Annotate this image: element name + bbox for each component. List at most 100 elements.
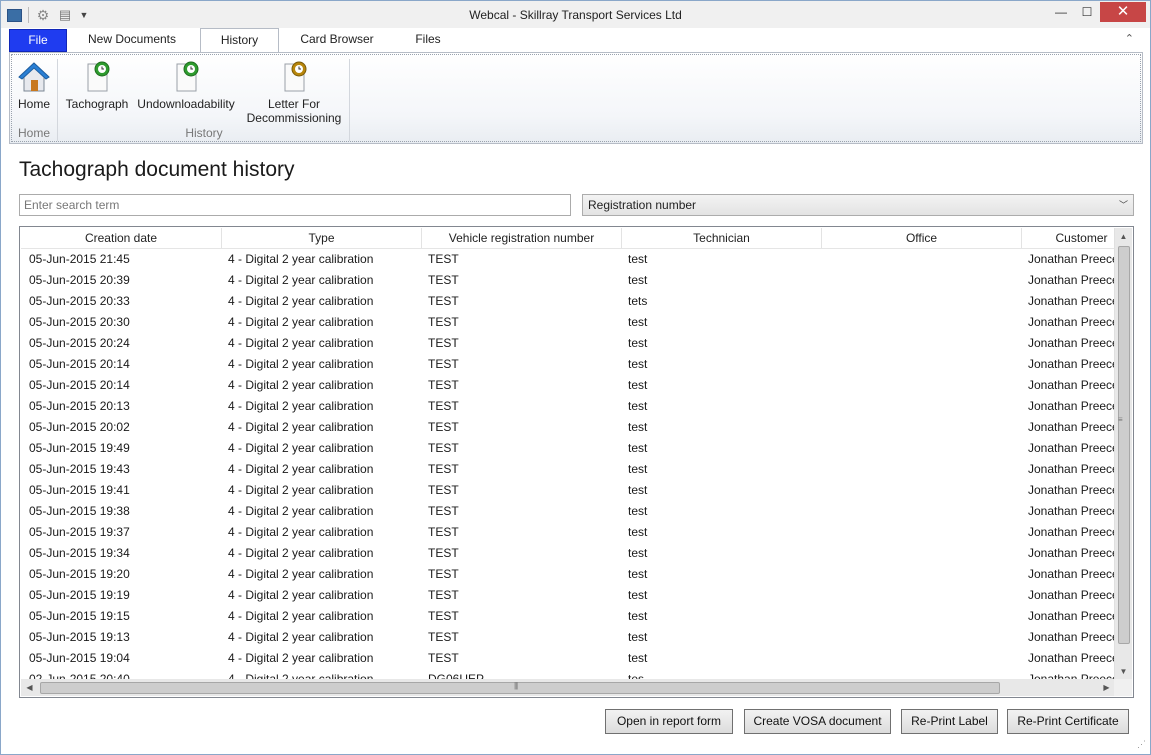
column-header-vehicle-registration[interactable]: Vehicle registration number	[422, 228, 622, 248]
column-header-customer[interactable]: Customer	[1022, 228, 1117, 248]
home-button[interactable]: Home	[14, 61, 54, 111]
table-row[interactable]: 05-Jun-2015 20:39 4 - Digital 2 year cali…	[21, 270, 1117, 291]
table-row[interactable]: 05-Jun-2015 20:33 4 - Digital 2 year cali…	[21, 291, 1117, 312]
cell-customer: Jonathan Preece	[1028, 294, 1117, 308]
vertical-scroll-thumb[interactable]	[1118, 246, 1130, 644]
group-label-history: History	[185, 126, 223, 140]
table-row[interactable]: 05-Jun-2015 20:30 4 - Digital 2 year cali…	[21, 312, 1117, 333]
create-vosa-document-button[interactable]: Create VOSA document	[744, 709, 891, 734]
cell-vehicle-registration: TEST	[428, 483, 459, 497]
maximize-button[interactable]: ☐	[1074, 2, 1100, 22]
letter-decommissioning-history-button[interactable]: Letter For Decommissioning	[243, 61, 345, 125]
cell-vehicle-registration: TEST	[428, 462, 459, 476]
horizontal-scroll-thumb[interactable]	[40, 682, 1000, 694]
scroll-up-icon[interactable]: ▲	[1115, 228, 1132, 245]
cell-technician: test	[628, 504, 648, 518]
cell-customer: Jonathan Preece	[1028, 378, 1117, 392]
cell-vehicle-registration: TEST	[428, 420, 459, 434]
table-row[interactable]: 05-Jun-2015 19:38 4 - Digital 2 year cali…	[21, 501, 1117, 522]
cell-customer: Jonathan Preece	[1028, 609, 1117, 623]
cell-customer: Jonathan Preece	[1028, 525, 1117, 539]
cell-technician: test	[628, 336, 648, 350]
table-row[interactable]: 05-Jun-2015 19:19 4 - Digital 2 year cali…	[21, 585, 1117, 606]
window-controls: — ☐ ✕	[1048, 2, 1146, 22]
tab-card-browser[interactable]: Card Browser	[286, 28, 388, 51]
minimize-button[interactable]: —	[1048, 2, 1074, 22]
cell-technician: test	[628, 441, 648, 455]
cell-creation-date: 05-Jun-2015 20:39	[29, 273, 130, 287]
scroll-left-icon[interactable]: ◀	[21, 679, 38, 696]
cell-customer: Jonathan Preece	[1028, 588, 1117, 602]
cell-creation-date: 05-Jun-2015 20:33	[29, 294, 130, 308]
cell-customer: Jonathan Preece	[1028, 399, 1117, 413]
cell-customer: Jonathan Preece	[1028, 462, 1117, 476]
cell-office	[822, 375, 1022, 396]
cell-office	[822, 438, 1022, 459]
search-input[interactable]	[19, 194, 571, 216]
decommissioning-label: Decommissioning	[246, 111, 342, 125]
cell-technician: test	[628, 483, 648, 497]
cell-office	[822, 291, 1022, 312]
vertical-scrollbar[interactable]: ▲ ≡ ▼	[1114, 228, 1132, 680]
cell-technician: test	[628, 378, 648, 392]
tab-history[interactable]: History	[200, 28, 279, 53]
column-header-creation-date[interactable]: Creation date	[21, 228, 222, 248]
cell-vehicle-registration: TEST	[428, 315, 459, 329]
close-button[interactable]: ✕	[1100, 2, 1146, 22]
cell-type: 4 - Digital 2 year calibration	[228, 462, 374, 476]
resize-grip-icon[interactable]: ⋰	[1137, 739, 1146, 750]
cell-technician: tets	[628, 294, 648, 308]
collapse-ribbon-icon[interactable]: ⌃	[1125, 32, 1134, 45]
table-row[interactable]: 05-Jun-2015 19:34 4 - Digital 2 year cali…	[21, 543, 1117, 564]
tachograph-history-button[interactable]: Tachograph	[63, 61, 131, 111]
column-header-technician[interactable]: Technician	[622, 228, 822, 248]
cell-type: 4 - Digital 2 year calibration	[228, 252, 374, 266]
table-row[interactable]: 05-Jun-2015 19:49 4 - Digital 2 year cali…	[21, 438, 1117, 459]
table-row[interactable]: 05-Jun-2015 20:14 4 - Digital 2 year cali…	[21, 375, 1117, 396]
table-row[interactable]: 05-Jun-2015 19:37 4 - Digital 2 year cali…	[21, 522, 1117, 543]
table-row[interactable]: 05-Jun-2015 20:24 4 - Digital 2 year cali…	[21, 333, 1117, 354]
cell-office	[822, 606, 1022, 627]
tab-file[interactable]: File	[9, 29, 67, 52]
table-row[interactable]: 05-Jun-2015 21:45 4 - Digital 2 year cali…	[21, 249, 1117, 270]
reprint-label-button[interactable]: Re-Print Label	[901, 709, 998, 734]
table-row[interactable]: 05-Jun-2015 19:41 4 - Digital 2 year cali…	[21, 480, 1117, 501]
table-row[interactable]: 05-Jun-2015 19:04 4 - Digital 2 year cali…	[21, 648, 1117, 669]
cell-technician: test	[628, 651, 648, 665]
horizontal-scrollbar[interactable]: ◀ ||| ▶	[21, 679, 1115, 696]
scroll-right-icon[interactable]: ▶	[1098, 679, 1115, 696]
tab-new-documents[interactable]: New Documents	[71, 28, 193, 51]
cell-technician: test	[628, 462, 648, 476]
table-row[interactable]: 05-Jun-2015 19:15 4 - Digital 2 year cali…	[21, 606, 1117, 627]
table-row[interactable]: 05-Jun-2015 20:02 4 - Digital 2 year cali…	[21, 417, 1117, 438]
document-history-grid[interactable]: Creation date Type Vehicle registration …	[19, 226, 1134, 698]
cell-technician: test	[628, 273, 648, 287]
cell-customer: Jonathan Preece	[1028, 420, 1117, 434]
ribbon-tabs: File New Documents History Card Browser …	[1, 28, 1150, 53]
group-label-home: Home	[17, 126, 50, 140]
scrollbar-corner	[1114, 679, 1132, 696]
document-clock-icon	[87, 61, 110, 92]
cell-technician: test	[628, 525, 648, 539]
table-row[interactable]: 05-Jun-2015 20:13 4 - Digital 2 year cali…	[21, 396, 1117, 417]
table-row[interactable]: 05-Jun-2015 20:14 4 - Digital 2 year cali…	[21, 354, 1117, 375]
tab-files[interactable]: Files	[399, 28, 457, 51]
search-field-selected-value: Registration number	[588, 198, 697, 212]
scroll-down-icon[interactable]: ▼	[1115, 663, 1132, 680]
undownloadability-history-button[interactable]: Undownloadability	[134, 61, 238, 111]
search-field-select[interactable]: Registration number ﹀	[582, 194, 1134, 216]
cell-technician: test	[628, 567, 648, 581]
cell-customer: Jonathan Preece	[1028, 315, 1117, 329]
cell-vehicle-registration: TEST	[428, 399, 459, 413]
open-in-report-form-button[interactable]: Open in report form	[605, 709, 733, 734]
table-row[interactable]: 05-Jun-2015 19:13 4 - Digital 2 year cali…	[21, 627, 1117, 648]
table-row[interactable]: 05-Jun-2015 19:43 4 - Digital 2 year cali…	[21, 459, 1117, 480]
table-row[interactable]: 05-Jun-2015 19:20 4 - Digital 2 year cali…	[21, 564, 1117, 585]
cell-type: 4 - Digital 2 year calibration	[228, 315, 374, 329]
column-header-type[interactable]: Type	[222, 228, 422, 248]
cell-customer: Jonathan Preece	[1028, 504, 1117, 518]
column-header-office[interactable]: Office	[822, 228, 1022, 248]
group-separator	[57, 59, 58, 141]
cell-office	[822, 459, 1022, 480]
reprint-certificate-button[interactable]: Re-Print Certificate	[1007, 709, 1129, 734]
